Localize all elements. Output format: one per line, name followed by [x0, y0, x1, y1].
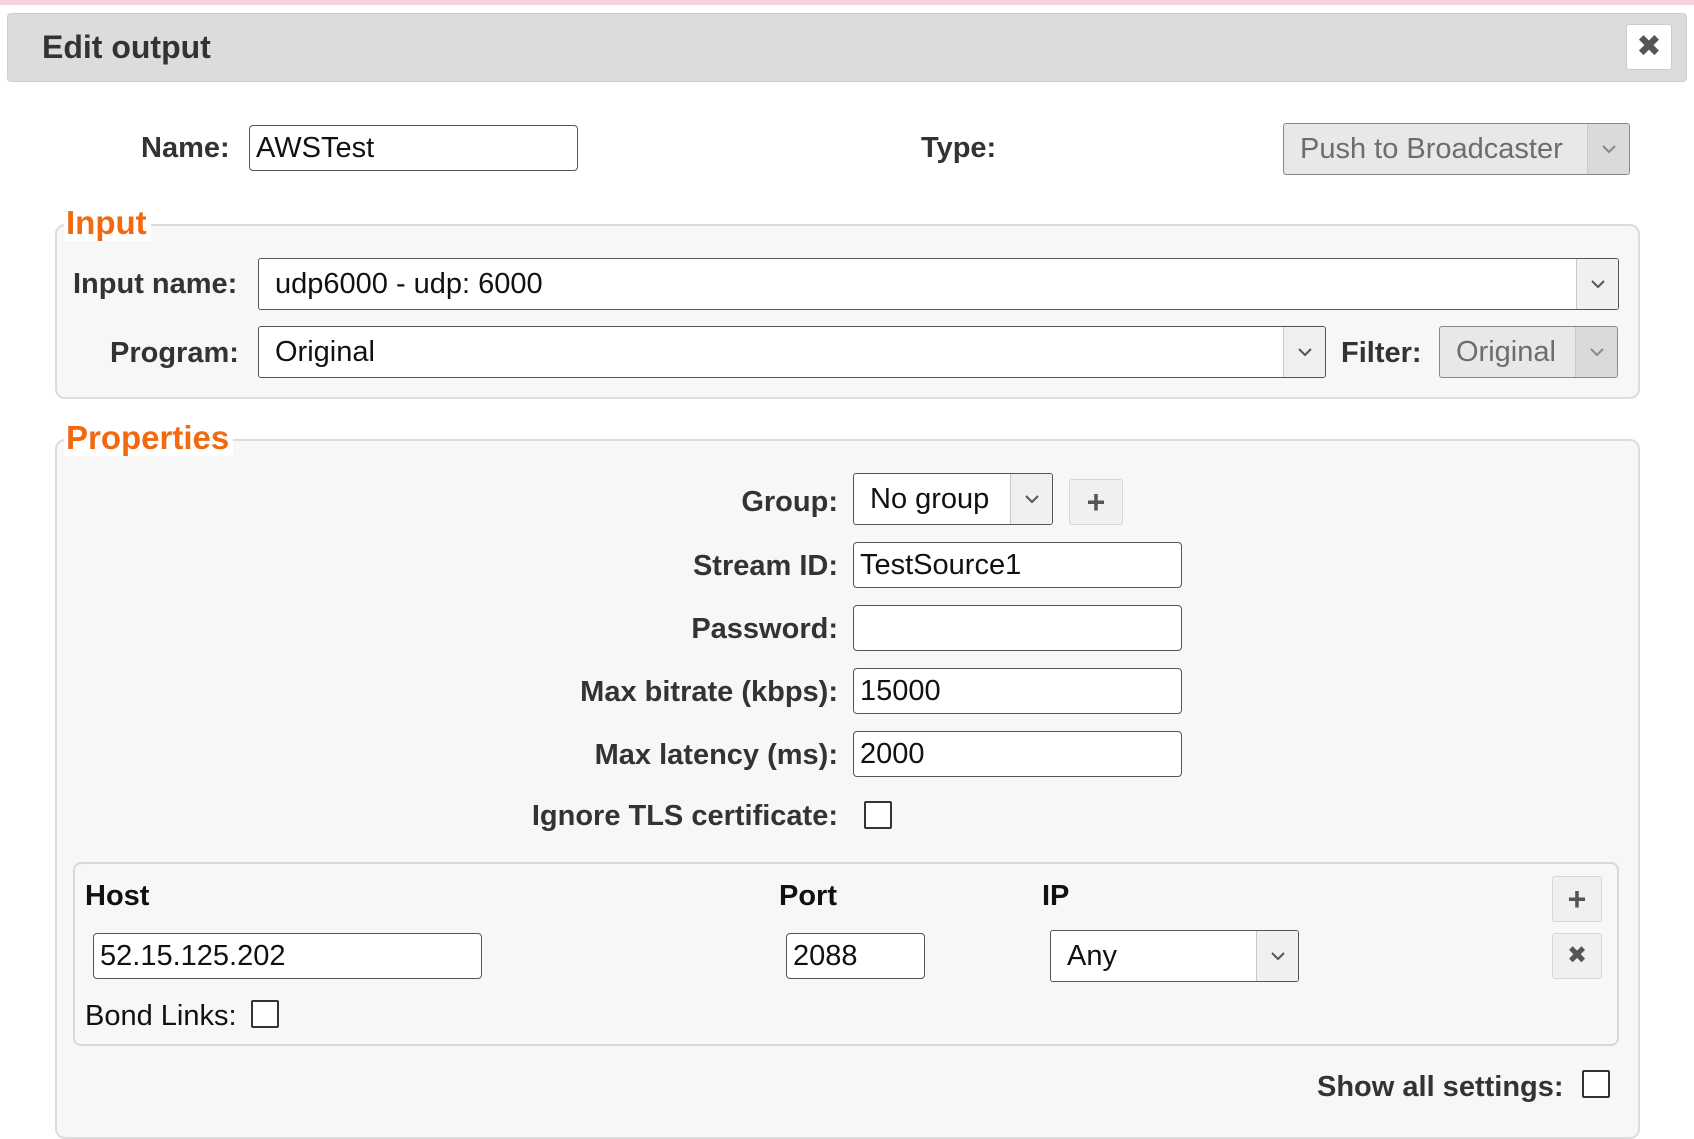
close-icon: ✖	[1636, 30, 1662, 63]
close-icon: ✖	[1566, 942, 1588, 969]
name-input[interactable]: AWSTest	[249, 125, 578, 171]
type-select[interactable]: Push to Broadcaster	[1283, 123, 1630, 175]
port-column-header: Port	[779, 880, 837, 912]
show-all-settings-label: Show all settings:	[1317, 1071, 1564, 1103]
chevron-down-icon	[1283, 327, 1325, 377]
filter-label: Filter:	[1341, 337, 1422, 369]
program-label: Program:	[110, 337, 239, 369]
chevron-down-icon	[1575, 327, 1617, 377]
host-column-header: Host	[85, 880, 150, 912]
close-button[interactable]: ✖	[1626, 24, 1672, 70]
password-label: Password:	[691, 613, 838, 645]
bond-links-label: Bond Links:	[85, 1000, 237, 1032]
stream-id-input[interactable]: TestSource1	[853, 542, 1182, 588]
plus-icon: +	[1567, 881, 1587, 917]
chevron-down-icon	[1587, 124, 1629, 174]
chevron-down-icon	[1576, 259, 1618, 309]
type-select-value: Push to Broadcaster	[1300, 133, 1563, 165]
max-latency-label: Max latency (ms):	[594, 739, 838, 771]
dialog-titlebar: Edit output	[7, 13, 1687, 82]
password-input[interactable]	[853, 605, 1182, 651]
bond-links-checkbox[interactable]	[251, 1000, 279, 1028]
host-input[interactable]: 52.15.125.202	[93, 933, 482, 979]
top-accent-line	[0, 0, 1694, 5]
dialog-title: Edit output	[42, 29, 211, 65]
name-label: Name:	[141, 132, 230, 164]
program-value: Original	[275, 336, 375, 368]
ignore-tls-checkbox[interactable]	[864, 801, 892, 829]
input-name-value: udp6000 - udp: 6000	[275, 268, 543, 300]
max-latency-input[interactable]: 2000	[853, 731, 1182, 777]
show-all-settings-checkbox[interactable]	[1582, 1070, 1610, 1098]
filter-value: Original	[1456, 336, 1556, 368]
stream-id-label: Stream ID:	[692, 550, 838, 582]
group-select[interactable]: No group	[853, 473, 1053, 525]
properties-legend: Properties	[64, 420, 234, 456]
max-bitrate-input[interactable]: 15000	[853, 668, 1182, 714]
chevron-down-icon	[1010, 474, 1052, 524]
port-input[interactable]: 2088	[786, 933, 925, 979]
group-value: No group	[870, 483, 990, 515]
plus-icon: +	[1086, 484, 1106, 520]
ip-value: Any	[1067, 940, 1117, 972]
input-name-select[interactable]: udp6000 - udp: 6000	[258, 258, 1619, 310]
remove-host-button[interactable]: ✖	[1552, 933, 1602, 979]
ip-select[interactable]: Any	[1050, 930, 1299, 982]
ignore-tls-label: Ignore TLS certificate:	[531, 800, 838, 832]
group-label: Group:	[741, 486, 838, 518]
max-bitrate-label: Max bitrate (kbps):	[580, 676, 838, 708]
ip-column-header: IP	[1042, 880, 1070, 912]
input-name-label: Input name:	[73, 268, 238, 300]
program-select[interactable]: Original	[258, 326, 1326, 378]
filter-select[interactable]: Original	[1439, 326, 1618, 378]
input-legend: Input	[64, 205, 151, 241]
chevron-down-icon	[1256, 931, 1298, 981]
type-label: Type:	[921, 132, 997, 164]
add-group-button[interactable]: +	[1069, 479, 1123, 525]
add-host-button[interactable]: +	[1552, 876, 1602, 922]
